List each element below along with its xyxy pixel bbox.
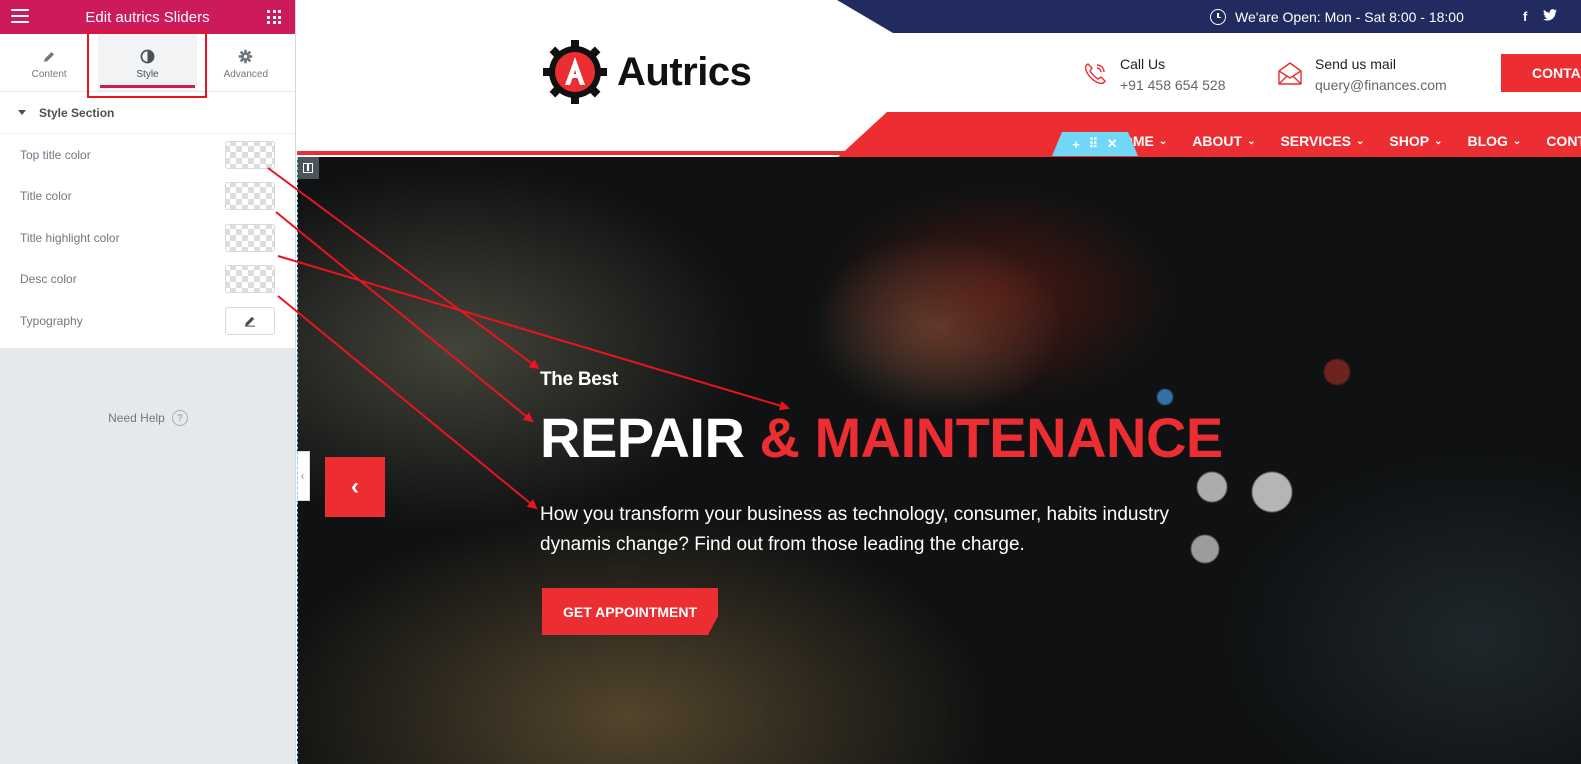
hero-description: How you transform your business as techn… xyxy=(540,504,1170,555)
need-help-link[interactable]: Need Help ? xyxy=(0,410,296,426)
drag-handle-icon[interactable]: ⠿ xyxy=(1089,136,1099,152)
title-highlight-color-picker[interactable] xyxy=(225,223,275,252)
control-title-color: Title color xyxy=(0,176,295,218)
nav-item-contact[interactable]: CONTAC xyxy=(1546,133,1581,149)
site-logo[interactable]: Autrics xyxy=(541,38,752,106)
style-section-toggle[interactable]: Style Section xyxy=(0,92,295,134)
get-appointment-button[interactable]: GET APPOINTMENT xyxy=(542,588,718,635)
tab-content[interactable]: Content xyxy=(0,34,98,91)
control-top-title-color: Top title color xyxy=(0,134,295,176)
typography-edit-button[interactable] xyxy=(225,306,275,335)
phone-icon xyxy=(1084,63,1106,85)
hero-title-main: REPAIR xyxy=(540,406,745,469)
control-desc-color: Desc color xyxy=(0,259,295,301)
control-label: Top title color xyxy=(20,147,91,162)
title-color-picker[interactable] xyxy=(225,182,275,211)
control-typography: Typography xyxy=(0,300,295,342)
twitter-icon[interactable] xyxy=(1543,9,1558,24)
editor-panel: Edit autrics Sliders Content Style Advan… xyxy=(0,0,296,764)
envelope-icon xyxy=(1278,62,1302,85)
hero-title-highlight: & MAINTENANCE xyxy=(759,406,1224,469)
slider-prev-button[interactable]: ‹ xyxy=(325,457,385,517)
nav-item-shop[interactable]: SHOP ⌄ xyxy=(1389,133,1442,149)
email-address[interactable]: query@finances.com xyxy=(1315,77,1447,93)
nav-label: BLOG xyxy=(1467,133,1508,149)
opening-hours-text: We'are Open: Mon - Sat 8:00 - 18:00 xyxy=(1235,8,1464,25)
control-label: Title highlight color xyxy=(20,230,120,245)
facebook-icon[interactable]: f xyxy=(1523,9,1527,24)
gear-logo-icon xyxy=(543,40,607,104)
contrast-icon xyxy=(140,48,155,66)
social-links: f xyxy=(1523,0,1573,33)
phone-number[interactable]: +91 458 654 528 xyxy=(1120,77,1226,93)
chevron-down-icon: ⌄ xyxy=(1158,135,1168,147)
tab-advanced[interactable]: Advanced xyxy=(197,34,295,91)
nav-label: ABOUT xyxy=(1192,133,1243,149)
caret-down-icon xyxy=(18,110,26,115)
panel-header: Edit autrics Sliders xyxy=(0,0,295,34)
chevron-left-icon: ‹ xyxy=(300,470,305,482)
nav-item-about[interactable]: ABOUT ⌄ xyxy=(1192,133,1255,149)
panel-collapse-toggle[interactable]: ‹ xyxy=(296,451,310,501)
contact-button[interactable]: CONTA xyxy=(1501,54,1581,92)
tab-style[interactable]: Style xyxy=(98,34,197,91)
nav-label: SERVICES xyxy=(1280,133,1351,149)
style-section: Style Section Top title color Title colo… xyxy=(0,92,295,348)
gear-icon xyxy=(238,48,253,66)
hamburger-menu-icon[interactable] xyxy=(11,9,29,25)
close-icon[interactable]: ✕ xyxy=(1107,136,1118,152)
nav-label: CONTAC xyxy=(1546,133,1581,149)
tab-style-label: Style xyxy=(136,68,159,80)
panel-title: Edit autrics Sliders xyxy=(85,8,210,26)
nav-item-services[interactable]: SERVICES ⌄ xyxy=(1280,133,1364,149)
call-us-block: Call Us +91 458 654 528 xyxy=(1082,56,1226,93)
pencil-icon xyxy=(245,316,255,327)
top-title-color-picker[interactable] xyxy=(225,140,275,169)
section-handle[interactable]: + ⠿ ✕ xyxy=(1052,132,1138,156)
control-title-highlight-color: Title highlight color xyxy=(0,217,295,259)
chevron-down-icon: ⌄ xyxy=(1356,135,1365,147)
chevron-left-icon: ‹ xyxy=(351,473,359,500)
send-mail-block: Send us mail query@finances.com xyxy=(1277,56,1447,93)
column-edit-icon[interactable] xyxy=(297,157,319,179)
nav-item-blog[interactable]: BLOG ⌄ xyxy=(1467,133,1521,149)
call-us-label: Call Us xyxy=(1120,56,1166,72)
widgets-grid-icon[interactable] xyxy=(267,10,281,24)
site-preview: We'are Open: Mon - Sat 8:00 - 18:00 f Au… xyxy=(297,0,1581,764)
panel-tabs: Content Style Advanced xyxy=(0,34,295,92)
control-label: Desc color xyxy=(20,272,77,287)
send-mail-label: Send us mail xyxy=(1315,56,1396,72)
hero-title: REPAIR & MAINTENANCE xyxy=(540,405,1223,470)
help-circle-icon: ? xyxy=(171,410,188,426)
tab-advanced-label: Advanced xyxy=(223,68,269,80)
control-label: Typography xyxy=(20,313,83,328)
control-label: Title color xyxy=(20,189,72,204)
desc-color-picker[interactable] xyxy=(225,265,275,294)
pencil-icon xyxy=(42,48,56,66)
section-title: Style Section xyxy=(39,105,115,120)
hero-top-title: The Best xyxy=(540,369,618,390)
add-section-icon[interactable]: + xyxy=(1072,137,1080,152)
opening-hours: We'are Open: Mon - Sat 8:00 - 18:00 xyxy=(1210,0,1464,33)
chevron-down-icon: ⌄ xyxy=(1247,135,1256,147)
top-bar xyxy=(837,0,1581,33)
need-help-label: Need Help xyxy=(108,411,165,425)
preview-outline xyxy=(297,157,298,764)
tab-content-label: Content xyxy=(31,68,67,80)
logo-text: Autrics xyxy=(617,49,752,94)
nav-label: SHOP xyxy=(1389,133,1430,149)
chevron-down-icon: ⌄ xyxy=(1434,135,1443,147)
alarm-clock-icon xyxy=(1210,8,1226,25)
chevron-down-icon: ⌄ xyxy=(1512,135,1522,147)
